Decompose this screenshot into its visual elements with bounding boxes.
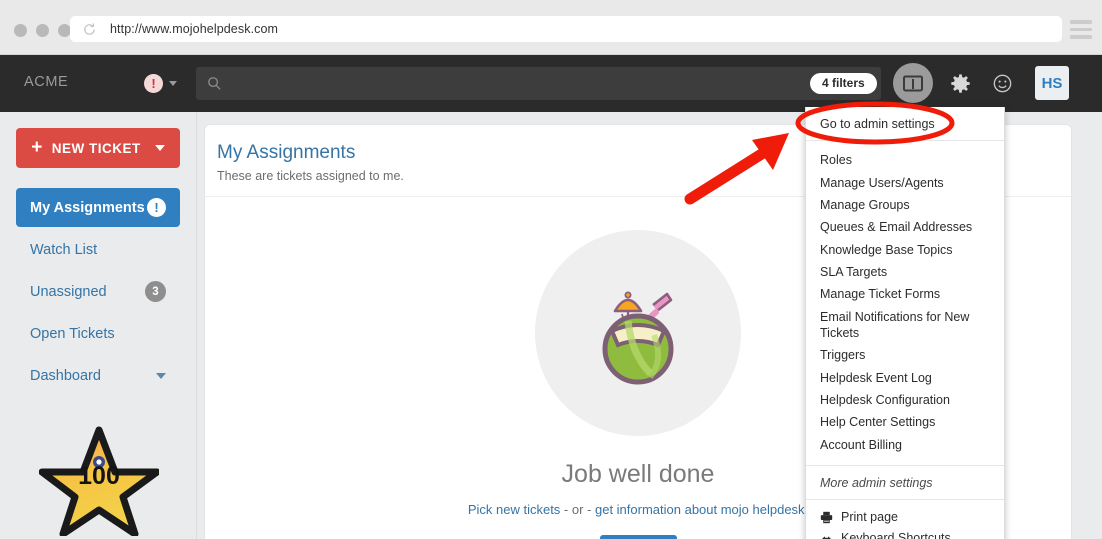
menu-item-manage-ticket-forms[interactable]: Manage Ticket Forms: [806, 283, 1004, 305]
menu-item-queues-email-addresses[interactable]: Queues & Email Addresses: [806, 216, 1004, 238]
menu-item-go-to-admin-settings[interactable]: Go to admin settings: [806, 107, 1004, 141]
smiley-glyph-icon: [993, 74, 1011, 92]
exclamation-icon[interactable]: !: [144, 74, 163, 93]
url-text[interactable]: http://www.mojohelpdesk.com: [110, 22, 278, 36]
hamburger-menu-icon[interactable]: [1070, 20, 1092, 43]
sidebar-nav: My Assignments ! Watch List Unassigned 3…: [16, 188, 180, 398]
menu-item-manage-users-agents[interactable]: Manage Users/Agents: [806, 171, 1004, 193]
screenshot-root: http://www.mojohelpdesk.com ACME ! 4 fil…: [0, 0, 1102, 539]
search-icon: [208, 77, 221, 90]
sidebar-item-watch-list[interactable]: Watch List: [16, 230, 180, 269]
menu-item-sla-targets[interactable]: SLA Targets: [806, 261, 1004, 283]
search-input[interactable]: [196, 67, 881, 100]
svg-text:100: 100: [78, 462, 120, 490]
menu-item-helpdesk-event-log[interactable]: Helpdesk Event Log: [806, 366, 1004, 388]
alerts-menu[interactable]: !: [144, 74, 177, 93]
header-actions: HS: [893, 63, 1069, 103]
menu-item-helpdesk-configuration[interactable]: Helpdesk Configuration: [806, 389, 1004, 411]
window-controls[interactable]: [14, 24, 71, 37]
book-icon[interactable]: [893, 63, 933, 103]
mojo-star-icon: 100: [38, 426, 160, 538]
chevron-down-icon[interactable]: [156, 372, 166, 379]
browser-chrome: http://www.mojohelpdesk.com: [0, 0, 1102, 55]
gear-icon[interactable]: [945, 63, 975, 103]
link-separator: - or -: [560, 502, 595, 517]
admin-menu-list: Roles Manage Users/Agents Manage Groups …: [806, 141, 1004, 465]
url-bar[interactable]: http://www.mojohelpdesk.com: [70, 16, 1062, 42]
sidebar-item-label: My Assignments: [30, 199, 145, 216]
menu-item-manage-groups[interactable]: Manage Groups: [806, 194, 1004, 216]
coconut-glyph-icon: [602, 291, 674, 385]
chevron-down-icon[interactable]: [169, 81, 177, 86]
coconut-drink-icon: [535, 230, 741, 436]
minimize-window-dot[interactable]: [36, 24, 49, 37]
exclamation-badge-icon: !: [147, 198, 166, 217]
book-glyph-icon: [903, 75, 923, 91]
brand-name: ACME: [24, 74, 69, 90]
smiley-icon[interactable]: [987, 63, 1017, 103]
sidebar-item-my-assignments[interactable]: My Assignments !: [16, 188, 180, 227]
menu-section-more-admin-settings[interactable]: More admin settings: [806, 464, 1004, 499]
refresh-button[interactable]: Refresh: [599, 535, 677, 539]
chevron-down-icon[interactable]: [154, 145, 165, 151]
plus-icon: +: [31, 136, 43, 158]
menu-item-keyboard-shortcuts[interactable]: Keyboard Shortcuts: [806, 528, 1004, 539]
menu-item-triggers[interactable]: Triggers: [806, 344, 1004, 366]
sidebar: + NEW TICKET My Assignments ! Watch List…: [0, 112, 197, 539]
mojo-info-link[interactable]: get information about mojo helpdesk.: [595, 502, 808, 517]
new-ticket-label: NEW TICKET: [51, 140, 141, 156]
sidebar-item-label: Dashboard: [30, 367, 101, 384]
filters-pill[interactable]: 4 filters: [810, 73, 877, 94]
menu-item-label: Print page: [841, 510, 898, 525]
close-window-dot[interactable]: [14, 24, 27, 37]
reload-icon[interactable]: [82, 22, 97, 37]
pick-new-tickets-link[interactable]: Pick new tickets: [468, 502, 560, 517]
keyboard-shortcuts-icon: [822, 536, 831, 539]
sidebar-item-dashboard[interactable]: Dashboard: [16, 356, 180, 395]
sidebar-item-open-tickets[interactable]: Open Tickets: [16, 314, 180, 353]
menu-item-label: Keyboard Shortcuts: [841, 531, 951, 539]
sidebar-item-unassigned[interactable]: Unassigned 3: [16, 272, 180, 311]
avatar[interactable]: HS: [1035, 66, 1069, 100]
sidebar-item-label: Watch List: [30, 241, 98, 258]
menu-item-roles[interactable]: Roles: [806, 149, 1004, 171]
sidebar-item-label: Open Tickets: [30, 325, 115, 342]
menu-item-email-notifications[interactable]: Email Notifications for New Tickets: [806, 306, 1004, 344]
printer-icon: [820, 511, 833, 524]
sidebar-item-label: Unassigned: [30, 283, 107, 300]
admin-settings-dropdown: Go to admin settings Roles Manage Users/…: [805, 107, 1005, 539]
alert-symbol: !: [151, 76, 156, 91]
my-mojo-widget[interactable]: 100 My Mojo: [0, 424, 197, 539]
menu-item-account-billing[interactable]: Account Billing: [806, 434, 1004, 456]
menu-item-help-center-settings[interactable]: Help Center Settings: [806, 411, 1004, 433]
new-ticket-button[interactable]: + NEW TICKET: [16, 128, 180, 168]
count-badge: 3: [145, 281, 166, 302]
gear-glyph-icon: [950, 73, 970, 93]
menu-item-knowledge-base-topics[interactable]: Knowledge Base Topics: [806, 239, 1004, 261]
menu-utility-list: Print page Keyboard Shortcuts Help using…: [806, 498, 1004, 539]
menu-item-print-page[interactable]: Print page: [806, 507, 1004, 528]
